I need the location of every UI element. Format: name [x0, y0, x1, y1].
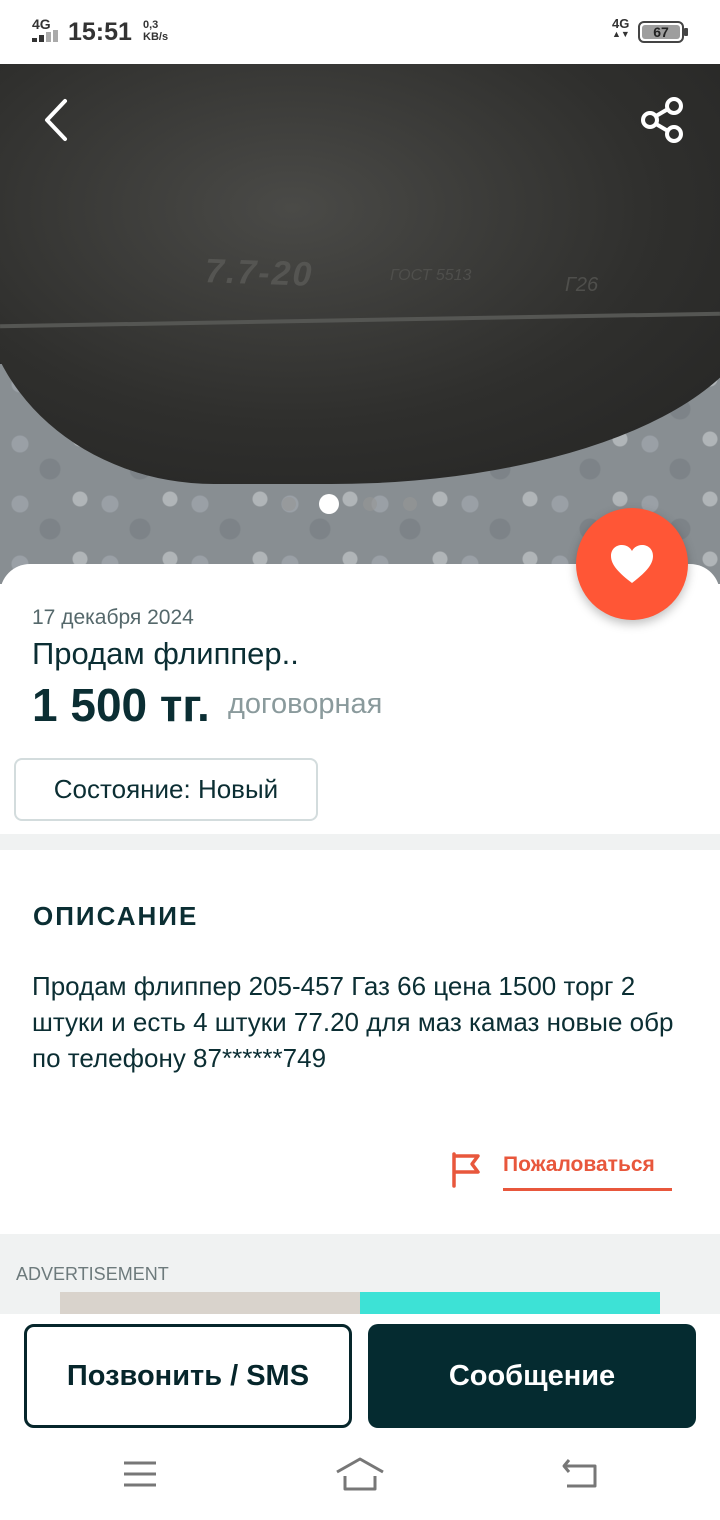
- report-underline: [503, 1188, 672, 1191]
- gallery-pagination[interactable]: [280, 494, 420, 514]
- flag-icon: [452, 1152, 480, 1188]
- system-navigation-bar: [0, 1436, 720, 1520]
- share-button[interactable]: [638, 94, 688, 146]
- price-negotiable: договорная: [228, 688, 383, 720]
- listing-title: Продам флиппер..: [32, 636, 299, 671]
- menu-icon: [124, 1461, 156, 1487]
- gallery-dot-active[interactable]: [319, 494, 339, 514]
- signal-icon: [32, 30, 60, 42]
- menu-button[interactable]: [115, 1454, 165, 1494]
- status-bar: 4G 15:51 0,3 KB/s 4G ▲▼ 67: [0, 0, 720, 64]
- gallery-dot[interactable]: [363, 497, 377, 511]
- photo-marking-standard: ГОСТ 5513: [390, 267, 472, 284]
- message-button[interactable]: Сообщение: [368, 1324, 696, 1428]
- report-label: Пожаловаться: [503, 1153, 655, 1176]
- network-speed-unit: KB/s: [143, 31, 169, 43]
- network-type-left: 4G: [32, 16, 51, 32]
- contact-actions: Позвонить / SMS Сообщение: [0, 1314, 720, 1436]
- network-speed-value: 0,3: [143, 19, 159, 31]
- listing-price: 1 500 тг.: [32, 679, 210, 731]
- home-icon: [336, 1457, 384, 1491]
- description-heading: ОПИСАНИЕ: [33, 901, 199, 931]
- description-text: Продам флиппер 205-457 Газ 66 цена 1500 …: [32, 971, 674, 1073]
- data-arrows-icon: ▲▼: [612, 29, 630, 39]
- listing-photo[interactable]: 7.7-20 ГОСТ 5513 Г26: [0, 64, 720, 584]
- battery-icon: 67: [638, 21, 688, 43]
- section-divider: [0, 834, 720, 850]
- back-button[interactable]: [34, 94, 78, 146]
- gallery-dot[interactable]: [403, 497, 417, 511]
- clock: 15:51: [68, 18, 132, 46]
- call-sms-button[interactable]: Позвонить / SMS: [24, 1324, 352, 1428]
- condition-tag: Состояние: Новый: [14, 758, 318, 821]
- photo-flipper: [0, 64, 720, 484]
- network-type-right: 4G ▲▼: [612, 17, 630, 39]
- advertisement-label: ADVERTISEMENT: [16, 1264, 169, 1284]
- gallery-dot[interactable]: [282, 497, 296, 511]
- advertisement-section: ADVERTISEMENT: [0, 1234, 720, 1324]
- report-button[interactable]: Пожаловаться: [450, 1150, 672, 1194]
- favorite-button[interactable]: [576, 508, 688, 620]
- battery-level: 67: [653, 24, 669, 40]
- back-arrow-icon: [45, 99, 67, 141]
- photo-marking-code: Г26: [565, 274, 599, 296]
- network-speed: 0,3 KB/s: [143, 19, 168, 43]
- listing-date: 17 декабря 2024: [32, 606, 194, 629]
- heart-icon: [611, 545, 653, 583]
- home-button[interactable]: [335, 1454, 385, 1494]
- share-icon: [641, 97, 683, 143]
- photo-marking-size: 7.7-20: [204, 252, 315, 294]
- back-nav-button[interactable]: [555, 1454, 605, 1494]
- return-icon: [562, 1459, 597, 1488]
